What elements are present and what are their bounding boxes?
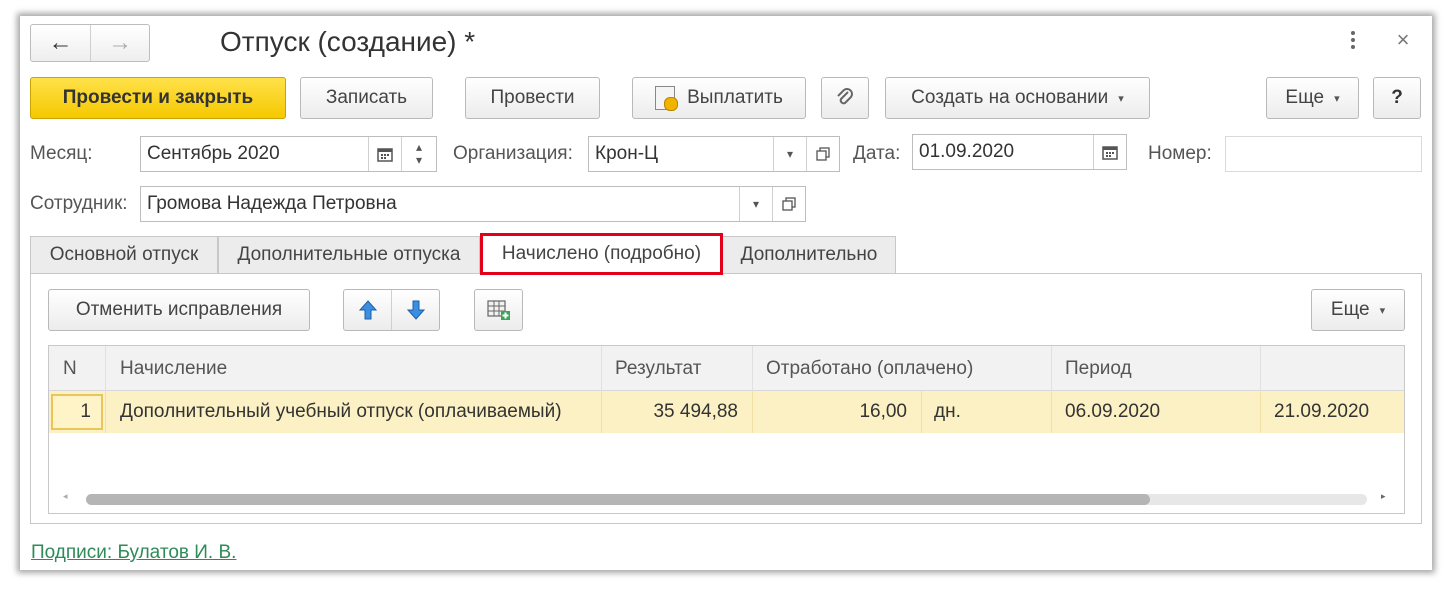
open-window-icon	[782, 197, 796, 211]
employee-open-button[interactable]	[772, 187, 805, 221]
table-header: N Начисление Результат Отработано (оплач…	[49, 346, 1404, 391]
month-stepper[interactable]: ▴ ▾	[401, 137, 436, 171]
row-number: 1	[80, 401, 91, 422]
accruals-table: N Начисление Результат Отработано (оплач…	[48, 345, 1405, 514]
move-down-button[interactable]	[392, 290, 439, 330]
tab-accrued-detailed[interactable]: Дополнительно	[722, 236, 896, 274]
create-based-on-button[interactable]: Создать на основании ▾	[885, 77, 1150, 119]
stepper-down-icon: ▾	[415, 153, 423, 167]
kebab-menu-icon[interactable]	[1346, 26, 1360, 54]
column-header-n[interactable]: N	[63, 346, 77, 391]
pay-button[interactable]: Выплатить	[632, 77, 806, 119]
close-icon[interactable]: ×	[1392, 27, 1414, 52]
arrow-down-icon	[406, 300, 425, 320]
paperclip-icon	[837, 88, 853, 105]
calendar-icon	[377, 148, 393, 162]
date-value: 01.09.2020	[919, 141, 1015, 162]
dropdown-caret-icon: ▾	[1379, 304, 1386, 317]
dropdown-caret-icon: ▾	[752, 197, 760, 211]
window-title: Отпуск (создание) *	[220, 26, 476, 57]
column-header-worked[interactable]: Отработано (оплачено)	[766, 346, 973, 391]
dropdown-caret-icon: ▾	[786, 147, 794, 161]
scroll-left-icon[interactable]: ◂	[63, 491, 68, 502]
organization-value: Крон-Ц	[595, 143, 659, 164]
scroll-right-icon[interactable]: ▸	[1381, 491, 1386, 502]
calendar-button[interactable]	[368, 137, 401, 171]
tab-more-button[interactable]: Еще ▾	[1311, 289, 1405, 331]
calendar-icon	[1102, 146, 1118, 160]
save-button[interactable]: Записать	[300, 77, 433, 119]
add-rows-button[interactable]	[474, 289, 523, 331]
arrow-up-icon	[358, 300, 377, 320]
tab-additional-vacations[interactable]: Дополнительные отпуска	[218, 236, 480, 274]
attach-button[interactable]	[821, 77, 869, 119]
move-up-button[interactable]	[344, 290, 392, 330]
document-coins-icon	[655, 86, 679, 111]
column-header-period[interactable]: Период	[1065, 346, 1132, 391]
organization-dropdown-button[interactable]: ▾	[773, 137, 806, 171]
post-button[interactable]: Провести	[465, 77, 600, 119]
arrow-left-icon: ←	[48, 29, 73, 56]
worked-cell[interactable]: 16,00	[752, 391, 907, 433]
forward-button[interactable]: →	[91, 25, 149, 61]
more-button[interactable]: Еще ▾	[1266, 77, 1359, 119]
organization-field[interactable]: Крон-Ц ▾	[588, 136, 840, 172]
month-label: Месяц:	[30, 143, 93, 164]
period-to-cell[interactable]: 21.09.2020	[1274, 391, 1369, 433]
organization-label: Организация:	[453, 143, 573, 164]
column-header-result[interactable]: Результат	[615, 346, 701, 391]
period-from-cell[interactable]: 06.09.2020	[1065, 391, 1160, 433]
more-label: Еще	[1285, 87, 1325, 108]
arrow-right-icon: →	[108, 29, 132, 56]
result-cell[interactable]: 35 494,88	[601, 391, 738, 433]
dropdown-caret-icon: ▾	[1334, 92, 1340, 105]
post-and-close-button[interactable]: Провести и закрыть	[30, 77, 286, 119]
number-label: Номер:	[1148, 143, 1212, 164]
row-number-cell[interactable]: 1	[51, 394, 103, 430]
open-window-icon	[816, 147, 830, 161]
back-button[interactable]: ←	[31, 25, 91, 61]
column-header-accrual[interactable]: Начисление	[120, 346, 227, 391]
cancel-corrections-button[interactable]: Отменить исправления	[48, 289, 310, 331]
horizontal-scrollbar[interactable]: ◂ ▸	[49, 489, 1404, 509]
unit-cell[interactable]: дн.	[934, 391, 961, 433]
tab-accrued-detailed-active[interactable]: Начислено (подробно)	[480, 233, 723, 275]
employee-value: Громова Надежда Петровна	[147, 193, 397, 214]
pay-label: Выплатить	[687, 87, 783, 108]
date-label: Дата:	[853, 143, 901, 164]
month-field[interactable]: Сентябрь 2020 ▴ ▾	[140, 136, 437, 172]
document-window: ← → Отпуск (создание) * × Провести и зак…	[20, 16, 1432, 570]
table-row[interactable]: 1 Дополнительный учебный отпуск (оплачив…	[49, 391, 1404, 433]
tab-main-vacation[interactable]: Основной отпуск	[30, 236, 218, 274]
date-field[interactable]: 01.09.2020	[912, 134, 1127, 170]
more-label: Еще	[1330, 299, 1370, 320]
employee-field[interactable]: Громова Надежда Петровна ▾	[140, 186, 806, 222]
create-based-label: Создать на основании	[911, 87, 1109, 108]
scroll-thumb[interactable]	[86, 494, 1150, 505]
month-value: Сентябрь 2020	[147, 143, 280, 164]
move-buttons-group	[343, 289, 440, 331]
table-add-icon	[486, 300, 510, 320]
organization-open-button[interactable]	[806, 137, 839, 171]
dropdown-caret-icon: ▾	[1118, 92, 1124, 105]
employee-dropdown-button[interactable]: ▾	[739, 187, 772, 221]
date-calendar-button[interactable]	[1093, 135, 1126, 169]
number-field[interactable]	[1225, 136, 1422, 172]
nav-group: ← →	[30, 24, 150, 62]
help-button[interactable]: ?	[1373, 77, 1421, 119]
accrual-cell[interactable]: Дополнительный учебный отпуск (оплачивае…	[120, 391, 562, 433]
signatures-link[interactable]: Подписи: Булатов И. В.	[31, 542, 236, 564]
employee-label: Сотрудник:	[30, 193, 128, 214]
